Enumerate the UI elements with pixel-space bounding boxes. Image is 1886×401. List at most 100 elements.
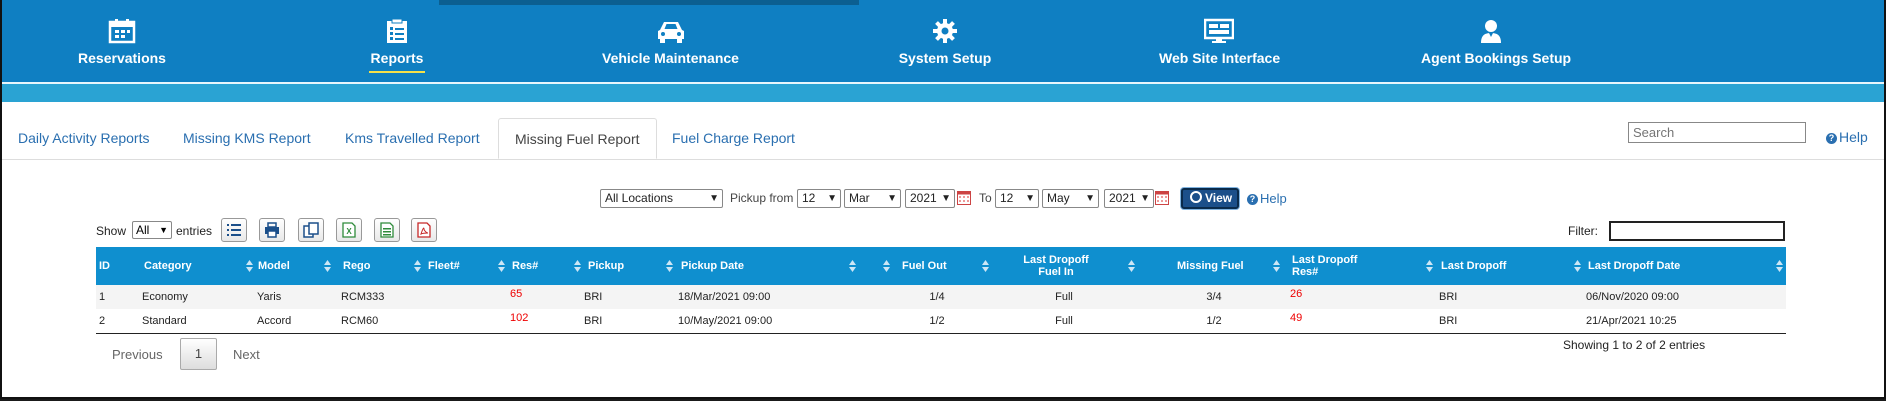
pdf-icon: [417, 222, 431, 238]
col-fuel-in[interactable]: Last Dropoff Fuel In: [1001, 247, 1111, 285]
filter-input[interactable]: [1609, 221, 1785, 241]
col-rego[interactable]: Rego: [343, 247, 371, 285]
page-button[interactable]: 1: [180, 338, 217, 370]
cell-id: 1: [99, 291, 106, 303]
nav-reports[interactable]: Reports: [357, 0, 437, 82]
cell-res-link[interactable]: 102: [510, 309, 528, 327]
sort-icon: [849, 260, 856, 272]
chevron-down-icon: ▼: [1085, 193, 1095, 204]
tab-missing-kms-report[interactable]: Missing KMS Report: [167, 118, 327, 158]
sub-bar: [2, 82, 1884, 102]
gear-icon: [933, 19, 957, 43]
col-id[interactable]: ID: [99, 247, 110, 285]
sort-icon: [666, 260, 673, 272]
help-link[interactable]: ? Help: [1826, 129, 1868, 145]
next-button[interactable]: Next: [233, 347, 260, 362]
from-day-select[interactable]: 12 ▼: [797, 189, 841, 208]
table-row[interactable]: 1 Economy Yaris RCM333 65 BRI 18/Mar/202…: [96, 285, 1786, 310]
chevron-down-icon: ▼: [887, 193, 897, 204]
to-day-value: 12: [1000, 191, 1014, 205]
print-button[interactable]: [259, 218, 285, 242]
col-fleet[interactable]: Fleet#: [428, 247, 460, 285]
from-month-select[interactable]: Mar ▼: [844, 189, 901, 208]
col-last-dropoff[interactable]: Last Dropoff: [1441, 247, 1506, 285]
report-tabs: Daily Activity Reports Missing KMS Repor…: [2, 118, 1884, 160]
search-input[interactable]: [1628, 122, 1806, 143]
clipboard-icon: [387, 18, 407, 43]
col-pickup-date[interactable]: Pickup Date: [681, 247, 744, 285]
sort-icon: [414, 260, 421, 272]
sort-icon: [982, 260, 989, 272]
chevron-down-icon: ▼: [159, 225, 168, 235]
nav-vehicle-maintenance[interactable]: Vehicle Maintenance: [602, 0, 739, 82]
pdf-button[interactable]: [411, 218, 437, 242]
filter-label: Filter:: [1568, 224, 1598, 238]
calendar-icon: [108, 19, 136, 44]
cell-last-dropoff-date: 06/Nov/2020 09:00: [1586, 291, 1679, 303]
to-label: To: [979, 191, 992, 205]
col-model[interactable]: Model: [258, 247, 290, 285]
cell-res-link[interactable]: 65: [510, 285, 522, 303]
col-fuel-out[interactable]: Fuel Out: [902, 247, 947, 285]
location-select[interactable]: All Locations ▼: [600, 189, 723, 208]
sort-icon: [498, 260, 505, 272]
nav-web-site-interface[interactable]: Web Site Interface: [1159, 0, 1280, 82]
calendar-icon[interactable]: [1155, 191, 1169, 205]
cell-last-res-link[interactable]: 49: [1290, 309, 1302, 327]
nav-label: Reports: [370, 50, 424, 66]
chevron-down-icon: ▼: [1025, 193, 1035, 204]
sort-icon: [1128, 260, 1135, 272]
filter-help-link[interactable]: ? Help: [1247, 191, 1287, 206]
nav-agent-bookings-setup[interactable]: Agent Bookings Setup: [1421, 0, 1571, 82]
copy-button[interactable]: [298, 218, 324, 242]
col-last-res-line1: Last Dropoff: [1292, 254, 1358, 266]
calendar-icon[interactable]: [957, 191, 971, 205]
cell-last-res-link[interactable]: 26: [1290, 285, 1302, 303]
cell-pickup: BRI: [584, 315, 603, 327]
nav-reservations[interactable]: Reservations: [72, 0, 172, 82]
svg-text:X: X: [346, 227, 352, 236]
sub-bar-line: [2, 82, 1884, 84]
tab-kms-travelled-report[interactable]: Kms Travelled Report: [329, 118, 496, 158]
nav-label: System Setup: [898, 50, 992, 66]
cell-rego: RCM60: [341, 315, 379, 327]
from-year-select[interactable]: 2021 ▼: [905, 189, 955, 208]
col-category[interactable]: Category: [144, 247, 192, 285]
nav-system-setup[interactable]: System Setup: [895, 0, 995, 82]
col-last-dropoff-res[interactable]: Last Dropoff Res#: [1292, 247, 1357, 285]
to-month-select[interactable]: May ▼: [1042, 189, 1099, 208]
cell-pickup-date: 18/Mar/2021 09:00: [678, 291, 771, 303]
sort-icon: [574, 260, 581, 272]
col-missing-fuel[interactable]: Missing Fuel: [1177, 247, 1244, 285]
col-res[interactable]: Res#: [512, 247, 538, 285]
excel-button[interactable]: X: [336, 218, 362, 242]
entries-select[interactable]: All ▼: [132, 221, 172, 239]
tab-missing-fuel-report[interactable]: Missing Fuel Report: [498, 118, 657, 159]
monitor-icon: [1204, 18, 1234, 43]
table-row[interactable]: 2 Standard Accord RCM60 102 BRI 10/May/2…: [96, 309, 1786, 334]
to-year-select[interactable]: 2021 ▼: [1104, 189, 1154, 208]
cell-category: Standard: [142, 315, 187, 327]
sort-icon: [1426, 260, 1433, 272]
column-list-button[interactable]: [221, 218, 247, 242]
cell-pickup: BRI: [584, 291, 603, 303]
page-frame: Reservations Reports Vehicle Maintenance…: [0, 0, 1886, 399]
csv-button[interactable]: [374, 218, 400, 242]
show-label: Show: [96, 224, 127, 238]
col-pickup[interactable]: Pickup: [588, 247, 624, 285]
previous-button[interactable]: Previous: [112, 347, 163, 362]
chevron-down-icon: ▼: [1140, 193, 1150, 204]
cell-pickup-date: 10/May/2021 09:00: [678, 315, 773, 327]
cell-last-dropoff-date: 21/Apr/2021 10:25: [1586, 315, 1677, 327]
col-last-dropoff-date[interactable]: Last Dropoff Date: [1588, 247, 1680, 285]
to-month-value: May: [1047, 191, 1070, 205]
to-day-select[interactable]: 12 ▼: [995, 189, 1039, 208]
active-underline: [369, 71, 425, 73]
view-button[interactable]: View: [1181, 188, 1239, 209]
tab-fuel-charge-report[interactable]: Fuel Charge Report: [656, 118, 811, 158]
cell-fuel-out: 1/4: [929, 291, 945, 303]
tab-daily-activity-reports[interactable]: Daily Activity Reports: [2, 118, 165, 158]
csv-icon: [380, 222, 394, 238]
chevron-down-icon: ▼: [827, 193, 837, 204]
table-header: ID Category Model Rego Fleet# Res# Picku…: [96, 247, 1786, 285]
